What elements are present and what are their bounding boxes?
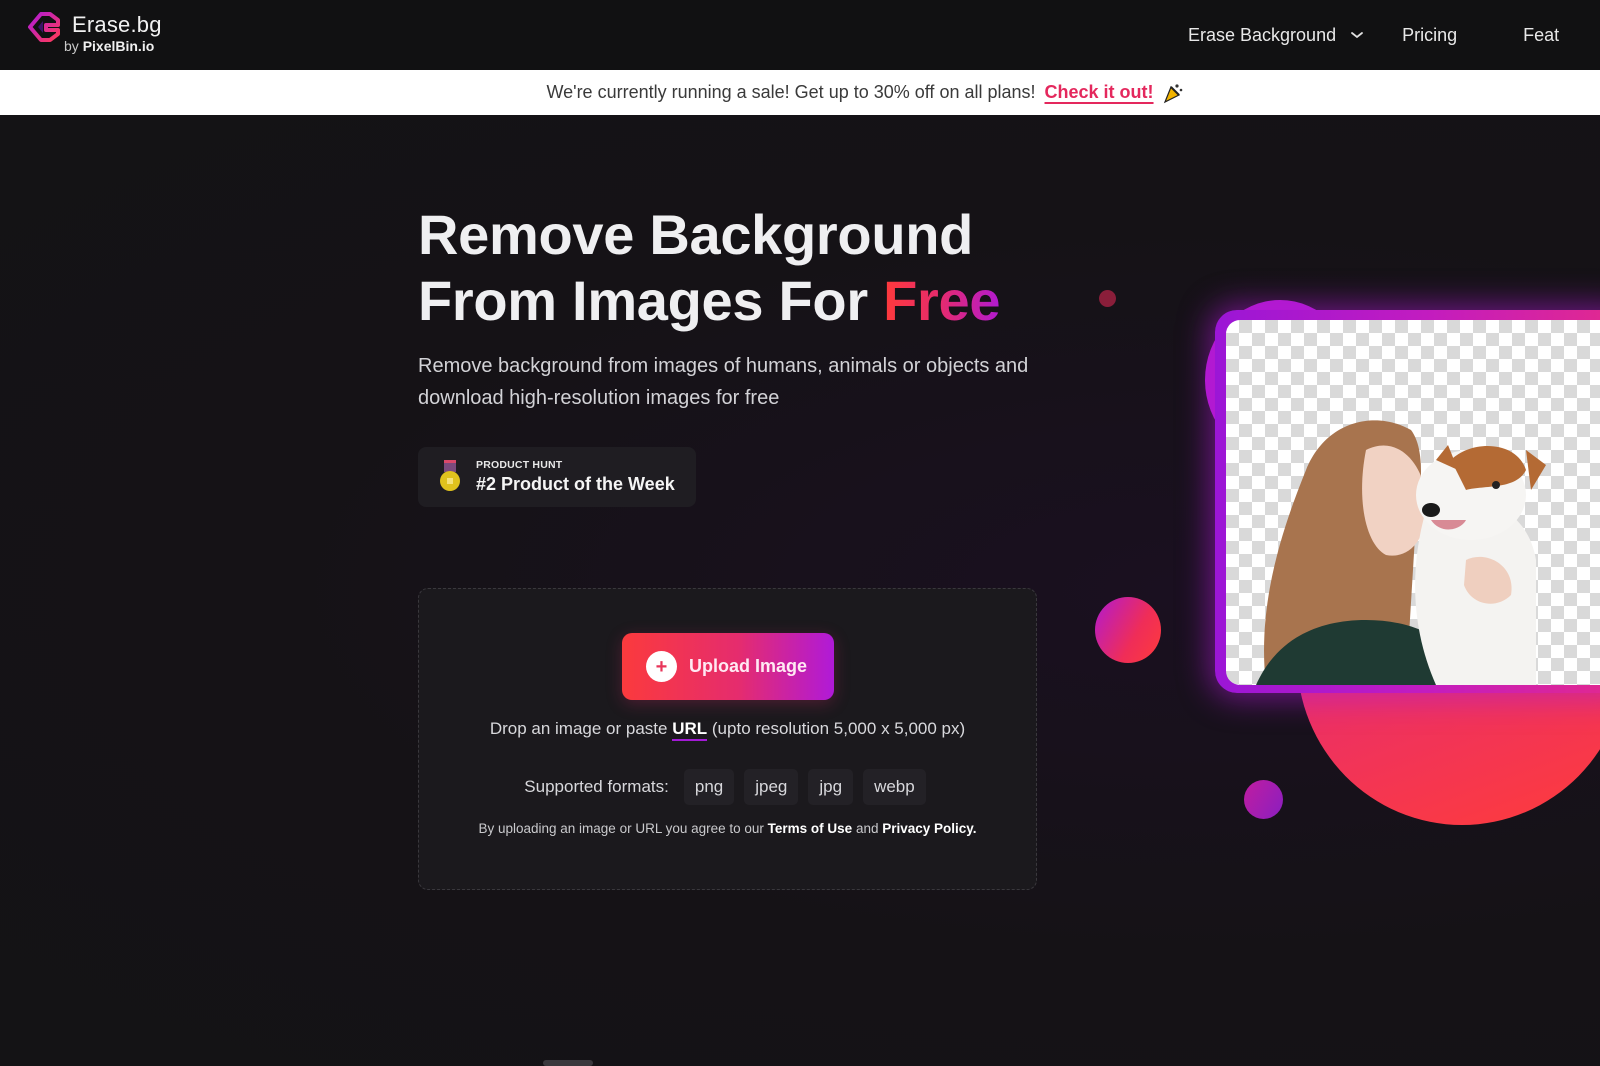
badge-kicker: PRODUCT HUNT (476, 459, 563, 471)
terms-prefix: By uploading an image or URL you agree t… (478, 821, 768, 836)
upload-dropzone[interactable]: + Upload Image Drop an image or paste UR… (418, 588, 1037, 890)
logo-subtitle: by PixelBin.io (64, 39, 162, 53)
medal-icon (440, 460, 460, 491)
nav-pricing-link[interactable]: Pricing (1402, 25, 1457, 46)
headline-line-1: Remove Background (418, 203, 974, 266)
erasebg-logo-icon (28, 12, 60, 42)
product-hunt-badge[interactable]: PRODUCT HUNT #2 Product of the Week (418, 447, 696, 507)
nav-erase-background-label: Erase Background (1188, 24, 1337, 45)
headline-highlight-free: Free (883, 269, 1001, 332)
nav-pricing-label: Pricing (1402, 24, 1458, 45)
drop-text-prefix: Drop an image or paste (489, 719, 673, 738)
terms-and: and (852, 821, 883, 836)
supported-formats: Supported formats: png jpeg jpg webp (419, 769, 1036, 805)
terms-notice: By uploading an image or URL you agree t… (419, 821, 1036, 836)
privacy-policy-link[interactable]: Privacy Policy. (882, 821, 976, 836)
logo-brand: PixelBin.io (82, 38, 155, 54)
decorative-ball (1095, 597, 1161, 663)
headline-line-2: From Images For (418, 269, 884, 332)
hero-subheading: Remove background from images of humans,… (418, 355, 1029, 409)
upload-image-label: Upload Image (689, 656, 808, 676)
format-chip: jpeg (744, 769, 799, 805)
decorative-ball-small (1244, 780, 1283, 819)
format-chip: webp (863, 769, 926, 805)
nav-erase-background-dropdown[interactable]: Erase Background (1188, 25, 1364, 46)
chevron-down-icon (1351, 32, 1363, 39)
nav-links: Erase Background Pricing Feat (1188, 0, 1559, 70)
hero-headline: Remove Background From Images For Free (418, 202, 1000, 334)
sale-check-it-out-link[interactable]: Check it out! (1045, 82, 1154, 103)
plus-circle-icon: + (646, 651, 677, 682)
example-image-transparent (1226, 320, 1600, 685)
scrollbar-thumb[interactable] (543, 1060, 593, 1066)
badge-title: #2 Product of the Week (476, 474, 675, 494)
logo-by: by (64, 38, 79, 54)
drop-instructions: Drop an image or paste URL (upto resolut… (419, 719, 1036, 741)
nav-features-link[interactable]: Feat (1523, 25, 1559, 46)
drop-text-suffix: (upto resolution 5,000 x 5,000 px) (707, 719, 966, 738)
paste-url-link[interactable]: URL (672, 719, 708, 741)
terms-of-use-link[interactable]: Terms of Use (768, 821, 853, 836)
party-popper-icon (1163, 83, 1182, 103)
woman-with-dog-illustration (1256, 420, 1546, 685)
nav-features-label: Feat (1523, 24, 1560, 45)
sale-banner: We're currently running a sale! Get up t… (0, 70, 1600, 115)
top-navbar: Erase.bg by PixelBin.io Erase Background… (0, 0, 1600, 70)
decorative-dot (1099, 290, 1116, 307)
formats-label: Supported formats: (524, 777, 669, 796)
format-chip: jpg (808, 769, 854, 805)
logo-link[interactable]: Erase.bg by PixelBin.io (24, 8, 162, 53)
format-chip: png (683, 769, 735, 805)
logo-title: Erase.bg (72, 12, 162, 37)
upload-image-button[interactable]: + Upload Image (622, 633, 834, 700)
sale-text: We're currently running a sale! Get up t… (546, 82, 1036, 102)
